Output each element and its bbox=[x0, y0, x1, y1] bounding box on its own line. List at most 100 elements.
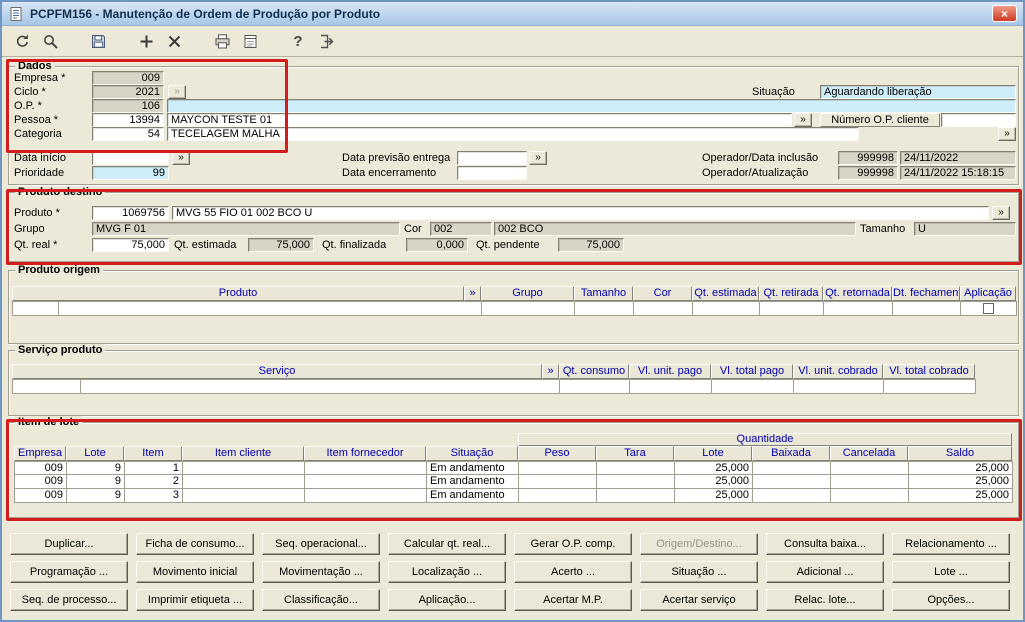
delete-icon[interactable] bbox=[162, 30, 186, 54]
cell[interactable]: Em andamento bbox=[427, 489, 519, 503]
produto-lookup-button[interactable]: » bbox=[992, 206, 1010, 220]
lote-button[interactable]: Lote ... bbox=[892, 561, 1010, 583]
situacao-button[interactable]: Situação ... bbox=[640, 561, 758, 583]
print-icon[interactable] bbox=[210, 30, 234, 54]
column-header-lote[interactable]: Lote bbox=[66, 446, 124, 461]
data-encerramento-field[interactable] bbox=[457, 166, 527, 180]
adicional-button[interactable]: Adicional ... bbox=[766, 561, 884, 583]
column-header-item-fornecedor[interactable]: Item fornecedor bbox=[304, 446, 426, 461]
classificacao-button[interactable]: Classificação... bbox=[262, 589, 380, 611]
aplicacao-button[interactable]: Aplicação... bbox=[388, 589, 506, 611]
acertar-servico-button[interactable]: Acertar serviço bbox=[640, 589, 758, 611]
cell[interactable] bbox=[81, 380, 560, 394]
categoria-name-field[interactable]: TECELAGEM MALHA bbox=[167, 127, 859, 141]
save-icon[interactable] bbox=[86, 30, 110, 54]
cell[interactable]: Em andamento bbox=[427, 475, 519, 489]
aplicacao-checkbox[interactable] bbox=[983, 303, 994, 314]
cell[interactable] bbox=[519, 489, 597, 503]
cell[interactable]: 25,000 bbox=[909, 489, 1013, 503]
seq-de-processo-button[interactable]: Seq. de processo... bbox=[10, 589, 128, 611]
op-desc-field[interactable] bbox=[167, 99, 1016, 113]
data-previsao-lookup-button[interactable]: » bbox=[529, 151, 547, 165]
cell[interactable] bbox=[482, 302, 575, 316]
cell[interactable] bbox=[712, 380, 794, 394]
column-header-tara[interactable]: Tara bbox=[596, 446, 674, 461]
column-header-situacao[interactable]: Situação bbox=[426, 446, 518, 461]
cell[interactable]: 3 bbox=[125, 489, 183, 503]
cell[interactable] bbox=[183, 462, 305, 475]
seq-operacional-button[interactable]: Seq. operacional... bbox=[262, 533, 380, 555]
imprimir-etiqueta-button[interactable]: Imprimir etiqueta ... bbox=[136, 589, 254, 611]
column-header-produto[interactable]: Produto bbox=[12, 286, 464, 301]
ciclo-lookup-button[interactable]: » bbox=[168, 85, 186, 99]
programacao-button[interactable]: Programação ... bbox=[10, 561, 128, 583]
data-inicio-field[interactable] bbox=[92, 151, 169, 165]
pessoa-lookup-button[interactable]: » bbox=[794, 113, 812, 127]
localizacao-button[interactable]: Localização ... bbox=[388, 561, 506, 583]
refresh-icon[interactable] bbox=[10, 30, 34, 54]
cell[interactable] bbox=[597, 462, 675, 475]
column-header-qt-retornada[interactable]: Qt. retornada bbox=[823, 286, 892, 301]
gerar-op-comp-button[interactable]: Gerar O.P. comp. bbox=[514, 533, 632, 555]
column-header-saldo[interactable]: Saldo bbox=[908, 446, 1012, 461]
cell[interactable] bbox=[824, 302, 893, 316]
cell[interactable] bbox=[305, 475, 427, 489]
cell[interactable]: 009 bbox=[15, 462, 67, 475]
column-header-cancelada[interactable]: Cancelada bbox=[830, 446, 908, 461]
cell[interactable]: 25,000 bbox=[675, 462, 753, 475]
cell[interactable] bbox=[560, 380, 630, 394]
cell[interactable] bbox=[519, 462, 597, 475]
cell[interactable] bbox=[794, 380, 884, 394]
column-header-vl-total-cobrado[interactable]: Vl. total cobrado bbox=[883, 364, 975, 379]
schedule-icon[interactable] bbox=[238, 30, 262, 54]
numero-op-cliente-field[interactable] bbox=[941, 113, 1016, 127]
movimentacao-button[interactable]: Movimentação ... bbox=[262, 561, 380, 583]
cell[interactable]: 1 bbox=[125, 462, 183, 475]
cell[interactable] bbox=[305, 489, 427, 503]
movimento-inicial-button[interactable]: Movimento inicial bbox=[136, 561, 254, 583]
cell[interactable]: 9 bbox=[67, 462, 125, 475]
produto-origem-lookup-header[interactable]: » bbox=[464, 286, 481, 301]
relac-lote-button[interactable]: Relac. lote... bbox=[766, 589, 884, 611]
cell[interactable]: Em andamento bbox=[427, 462, 519, 475]
cell[interactable] bbox=[597, 475, 675, 489]
cell[interactable] bbox=[597, 489, 675, 503]
cell[interactable] bbox=[753, 475, 831, 489]
cell[interactable] bbox=[884, 380, 976, 394]
cell[interactable]: 25,000 bbox=[909, 462, 1013, 475]
servico-lookup-header[interactable]: » bbox=[542, 364, 559, 379]
produto-desc-field[interactable]: MVG 55 FIO 01 002 BCO U bbox=[172, 206, 989, 220]
cell[interactable] bbox=[753, 462, 831, 475]
cell[interactable]: 25,000 bbox=[675, 489, 753, 503]
cell[interactable] bbox=[183, 489, 305, 503]
column-header-baixada[interactable]: Baixada bbox=[752, 446, 830, 461]
help-icon[interactable]: ? bbox=[286, 30, 310, 54]
column-header-item-cliente[interactable]: Item cliente bbox=[182, 446, 304, 461]
cell[interactable] bbox=[634, 302, 693, 316]
cell[interactable]: 9 bbox=[67, 475, 125, 489]
cell[interactable] bbox=[693, 302, 760, 316]
data-inicio-lookup-button[interactable]: » bbox=[172, 151, 190, 165]
cell[interactable] bbox=[831, 475, 909, 489]
close-button[interactable]: × bbox=[992, 5, 1017, 22]
cell[interactable] bbox=[893, 302, 961, 316]
cell[interactable] bbox=[575, 302, 634, 316]
column-header-aplicacao[interactable]: Aplicação bbox=[960, 286, 1016, 301]
cell[interactable]: 009 bbox=[15, 489, 67, 503]
column-header-cor[interactable]: Cor bbox=[633, 286, 692, 301]
cell[interactable] bbox=[519, 475, 597, 489]
pessoa-name-field[interactable]: MAYCON TESTE 01 bbox=[167, 113, 792, 127]
search-icon[interactable] bbox=[38, 30, 62, 54]
produto-code-field[interactable]: 1069756 bbox=[92, 206, 169, 220]
column-header-dt-fechamento[interactable]: Dt. fechamento bbox=[892, 286, 960, 301]
column-header-vl-total-pago[interactable]: Vl. total pago bbox=[711, 364, 793, 379]
column-header-empresa[interactable]: Empresa bbox=[14, 446, 66, 461]
column-header-qt-estimada[interactable]: Qt. estimada bbox=[692, 286, 759, 301]
column-header-grupo[interactable]: Grupo bbox=[481, 286, 574, 301]
column-header-item[interactable]: Item bbox=[124, 446, 182, 461]
cell[interactable]: 25,000 bbox=[675, 475, 753, 489]
prioridade-field[interactable]: 99 bbox=[92, 166, 169, 180]
cell[interactable] bbox=[13, 302, 59, 316]
cell[interactable]: 2 bbox=[125, 475, 183, 489]
acertar-mp-button[interactable]: Acertar M.P. bbox=[514, 589, 632, 611]
